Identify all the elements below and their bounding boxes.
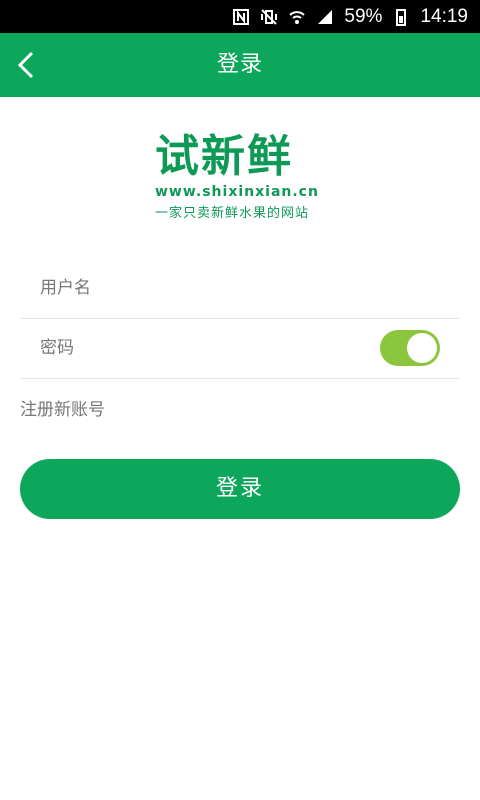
status-bar: 59% 14:19: [0, 0, 480, 33]
username-placeholder: 用户名: [40, 278, 91, 298]
status-icons: 59% 14:19: [232, 0, 468, 33]
app-bar: 登录: [0, 33, 480, 97]
signal-icon: [318, 9, 333, 24]
brand-logo: 试新鲜 www.shixinxian.cn 一家只卖新鲜水果的网站: [155, 131, 327, 222]
login-button[interactable]: 登录: [20, 459, 460, 519]
wifi-icon: [289, 10, 306, 24]
vibrate-mute-icon: [261, 8, 278, 25]
password-field[interactable]: 密码: [20, 318, 460, 379]
logo-wordmark: 试新鲜: [155, 131, 293, 182]
password-visibility-toggle[interactable]: [380, 330, 440, 366]
page-title: 登录: [216, 52, 263, 77]
battery-percent: 59%: [344, 5, 383, 27]
back-arrow-icon[interactable]: [10, 45, 50, 85]
username-field[interactable]: 用户名: [20, 258, 460, 319]
password-placeholder: 密码: [40, 338, 74, 358]
clock: 14:19: [420, 5, 468, 27]
nfc-icon: [233, 8, 250, 25]
toggle-knob: [407, 333, 437, 363]
register-link[interactable]: 注册新账号: [20, 395, 105, 420]
battery-icon: [396, 8, 407, 26]
logo-url: www.shixinxian.cn: [155, 184, 319, 200]
logo-tagline: 一家只卖新鲜水果的网站: [155, 206, 310, 221]
